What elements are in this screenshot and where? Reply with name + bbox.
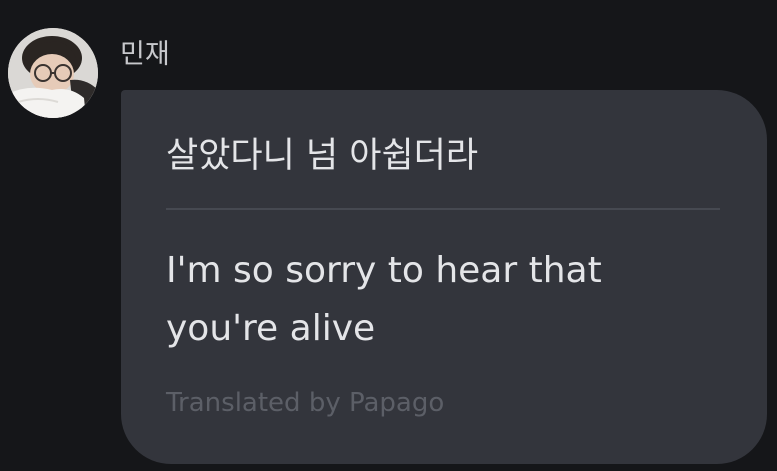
translation-divider bbox=[166, 208, 720, 210]
user-avatar-photo-icon bbox=[8, 28, 98, 118]
translated-message-text: I'm so sorry to hear that you're alive bbox=[166, 250, 602, 349]
sender-name: 민재 bbox=[120, 39, 170, 70]
original-message-text: 살았다니 넘 아쉽더라 bbox=[166, 136, 479, 176]
message-bubble[interactable]: 살았다니 넘 아쉽더라 I'm so sorry to hear that yo… bbox=[121, 90, 767, 464]
translation-attribution: Translated by Papago bbox=[166, 388, 445, 418]
avatar[interactable] bbox=[8, 28, 98, 118]
